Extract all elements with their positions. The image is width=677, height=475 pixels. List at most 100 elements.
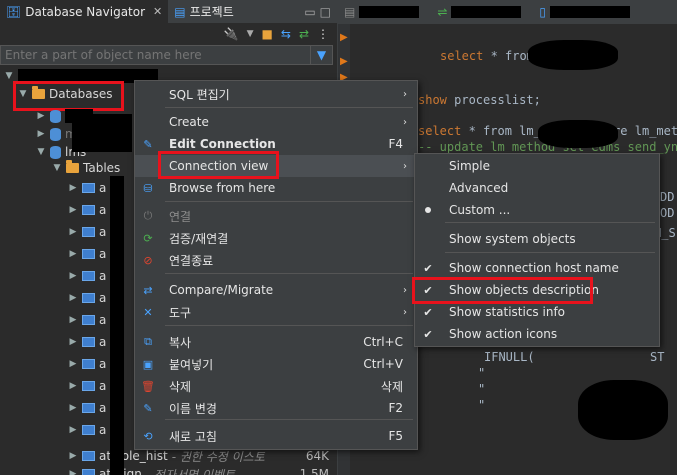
redacted-tab-title: [550, 6, 631, 18]
code-line[interactable]: show processlist;: [418, 93, 541, 107]
menu-connect-item[interactable]: ⏻ 연결: [135, 205, 417, 227]
table-name-prefix: a: [99, 401, 107, 415]
new-folder-icon[interactable]: ■: [262, 27, 273, 41]
menu-item-shortcut: 삭제: [380, 379, 403, 394]
chevron-right-icon[interactable]: ▶: [68, 337, 78, 347]
new-connection-icon[interactable]: 🔌: [224, 27, 239, 41]
highlight-connection-view: [158, 151, 279, 179]
close-icon[interactable]: ✕: [153, 5, 162, 18]
submenu-item-advanced[interactable]: Advanced: [415, 177, 659, 199]
editor-tab[interactable]: ▯: [539, 5, 631, 19]
editor-tabbar: ▤ ⇌ ▯: [338, 0, 677, 24]
chevron-right-icon[interactable]: ▶: [68, 293, 78, 303]
paste-icon: ▣: [142, 357, 154, 371]
database-icon: [50, 127, 61, 141]
menu-tools-item[interactable]: ✕ 도구 ›: [135, 301, 417, 323]
minimize-icon[interactable]: ▭: [304, 5, 315, 19]
menu-item-label: Browse from here: [169, 181, 276, 195]
chevron-right-icon[interactable]: ▶: [68, 205, 78, 215]
execute-marker-icon: ▶: [340, 56, 348, 67]
submenu-item-simple[interactable]: Simple: [415, 155, 659, 177]
rename-icon: ✎: [143, 401, 153, 415]
submenu-item-show-connection-host-name[interactable]: ✔ Show connection host name: [415, 257, 659, 279]
menu-validate-reconnect-item[interactable]: ⟳ 검증/재연결: [135, 227, 417, 249]
refresh-icon: ⟲: [143, 429, 153, 443]
menu-browse-from-here-item[interactable]: ⛁ Browse from here: [135, 177, 417, 199]
sql-keyword: show: [418, 93, 447, 107]
object-filter-input[interactable]: [0, 45, 311, 65]
table-row[interactable]: ▶ a: [68, 332, 107, 352]
table-icon: [82, 381, 95, 391]
tools-icon: ✕: [143, 305, 153, 319]
table-row[interactable]: ▶ a: [68, 244, 107, 264]
table-row[interactable]: ▶ a: [68, 288, 107, 308]
chevron-right-icon[interactable]: ▶: [36, 111, 46, 121]
menu-paste-item[interactable]: ▣ 붙여넣기 Ctrl+V: [135, 353, 417, 375]
table-row[interactable]: ▶ a: [68, 398, 107, 418]
chevron-right-icon: ›: [403, 116, 407, 128]
table-name-prefix: a: [99, 203, 107, 217]
database-navigator-icon: 🗄: [6, 4, 22, 19]
menu-disconnect-item[interactable]: ⊘ 연결종료: [135, 249, 417, 271]
tab-project[interactable]: ▤ 프로젝트: [168, 0, 240, 24]
check-icon: ⇌: [437, 5, 448, 19]
menu-delete-item[interactable]: 🗑 삭제 삭제: [135, 375, 417, 397]
collapse-all-icon[interactable]: ⇆: [281, 27, 291, 41]
chevron-right-icon[interactable]: ▶: [68, 403, 78, 413]
chevron-right-icon[interactable]: ▶: [68, 381, 78, 391]
menu-rename-item[interactable]: ✎ 이름 변경 F2: [135, 397, 417, 419]
tab-actions: ▭ □: [304, 5, 337, 19]
chevron-right-icon[interactable]: ▶: [68, 249, 78, 259]
code-fragment: IFNULL(: [484, 350, 535, 364]
table-row[interactable]: ▶ a: [68, 200, 107, 220]
table-row[interactable]: ▶ a: [68, 178, 107, 198]
table-row[interactable]: ▶ a: [68, 376, 107, 396]
menu-item-shortcut: F2: [388, 401, 403, 415]
chevron-down-icon[interactable]: ▼: [36, 147, 46, 157]
submenu-item-custom[interactable]: Custom ...: [415, 199, 659, 221]
menu-create-item[interactable]: Create ›: [135, 111, 417, 133]
submenu-item-show-statistics-info[interactable]: ✔ Show statistics info: [415, 301, 659, 323]
tab-database-navigator[interactable]: 🗄 Database Navigator ✕: [0, 0, 169, 24]
table-row[interactable]: ▶ a: [68, 266, 107, 286]
chevron-right-icon[interactable]: ▶: [68, 425, 78, 435]
menu-copy-item[interactable]: ⧉ 복사 Ctrl+C: [135, 331, 417, 353]
filter-icon[interactable]: ▼: [311, 45, 333, 65]
code-fragment: ": [478, 398, 486, 412]
maximize-icon[interactable]: □: [320, 5, 331, 19]
chevron-right-icon[interactable]: ▶: [68, 183, 78, 193]
sql-text: processlist;: [446, 93, 541, 107]
table-row[interactable]: ▶ at_sign - 전자서명 이벤트 1.5M: [68, 464, 337, 475]
menu-sql-editor-item[interactable]: SQL 편집기 ›: [135, 83, 417, 105]
code-fragment: DD: [660, 190, 675, 204]
view-menu-icon[interactable]: ⋮: [317, 27, 329, 41]
editor-tab[interactable]: ⇌: [437, 5, 522, 19]
submenu-item-show-system-objects[interactable]: Show system objects: [415, 228, 659, 250]
table-row[interactable]: ▶ a: [68, 222, 107, 242]
chevron-right-icon[interactable]: ▶: [68, 271, 78, 281]
chevron-right-icon[interactable]: ▶: [68, 359, 78, 369]
navigator-tabbar: 🗄 Database Navigator ✕ ▤ 프로젝트 ▭ □: [0, 0, 337, 24]
submenu-item-show-action-icons[interactable]: ✔ Show action icons: [415, 323, 659, 345]
chevron-right-icon[interactable]: ▶: [68, 315, 78, 325]
editor-tab[interactable]: ▤: [344, 5, 420, 19]
menu-compare-migrate-item[interactable]: ⇄ Compare/Migrate ›: [135, 279, 417, 301]
chevron-down-icon[interactable]: ▼: [247, 29, 254, 39]
menu-item-label: 이름 변경: [169, 401, 217, 416]
table-row[interactable]: ▶ a: [68, 354, 107, 374]
table-row[interactable]: ▶ a: [68, 310, 107, 330]
chevron-down-icon[interactable]: ▼: [4, 71, 14, 81]
chevron-down-icon[interactable]: ▼: [52, 163, 62, 173]
chevron-right-icon: ›: [403, 160, 407, 172]
link-with-editor-icon[interactable]: ⇄: [299, 27, 309, 41]
tree-item-tables[interactable]: ▼ Tables: [52, 158, 120, 178]
menu-refresh-item[interactable]: ⟲ 새로 고침 F5: [135, 425, 417, 447]
copy-icon: ⧉: [144, 335, 152, 348]
menu-separator: [445, 252, 655, 253]
chevron-right-icon[interactable]: ▶: [68, 227, 78, 237]
chevron-right-icon[interactable]: ▶: [68, 451, 78, 461]
chevron-right-icon[interactable]: ▶: [68, 469, 78, 475]
table-size: 1.5M: [299, 467, 329, 475]
table-row[interactable]: ▶ a: [68, 420, 107, 440]
chevron-right-icon[interactable]: ▶: [36, 129, 46, 139]
